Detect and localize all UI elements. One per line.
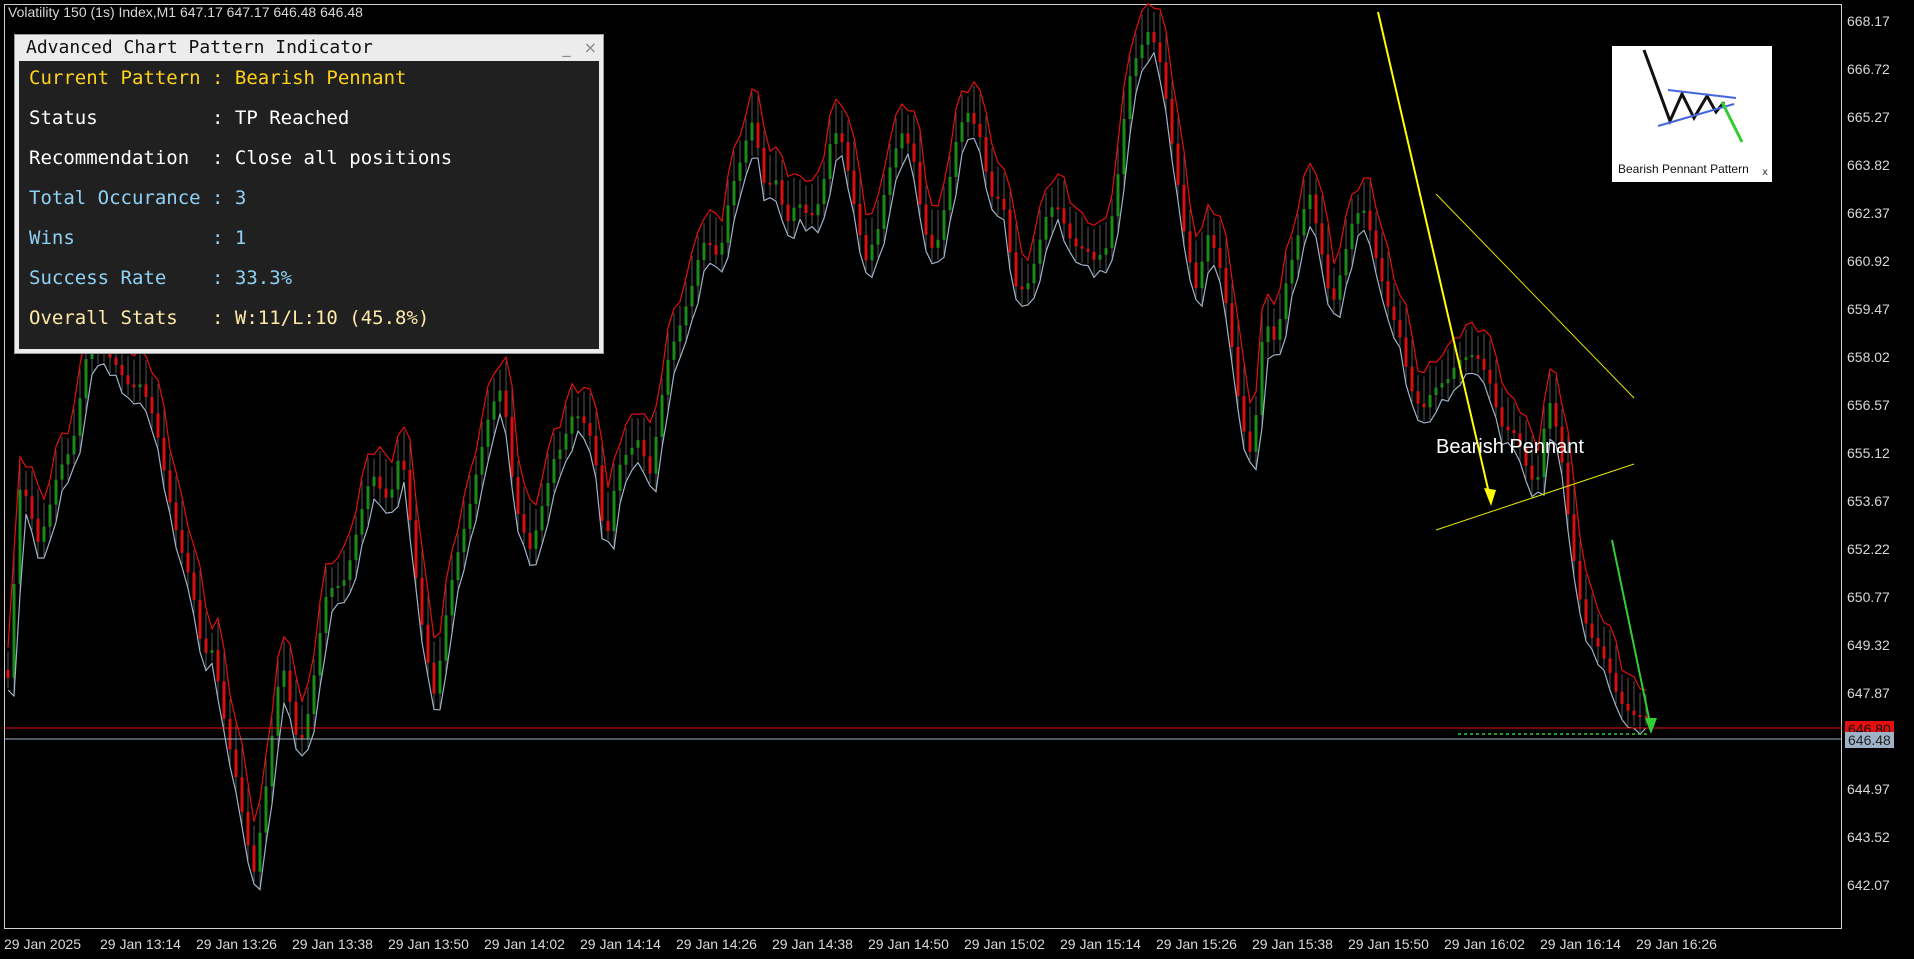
time-label: 29 Jan 15:26 [1156, 936, 1237, 952]
thumbnail-caption: Bearish Pennant Pattern [1618, 162, 1749, 176]
price-label: 647.87 [1847, 685, 1890, 701]
tp-arrow [1611, 539, 1652, 729]
time-label: 29 Jan 13:38 [292, 936, 373, 952]
panel-row: Status : TP Reached [29, 107, 350, 129]
price-label: 660.92 [1847, 253, 1890, 269]
panel-title: Advanced Chart Pattern Indicator [26, 36, 373, 58]
thumbnail-close-icon[interactable]: x [1762, 167, 1768, 178]
close-icon[interactable]: × [584, 38, 597, 57]
time-label: 29 Jan 13:14 [100, 936, 181, 952]
time-label: 29 Jan 16:02 [1444, 936, 1525, 952]
price-label: 668.17 [1847, 13, 1890, 29]
time-label: 29 Jan 16:14 [1540, 936, 1621, 952]
pattern-thumbnail[interactable]: Bearish Pennant Pattern x [1612, 46, 1772, 182]
time-label: 29 Jan 13:50 [388, 936, 469, 952]
time-label: 29 Jan 15:02 [964, 936, 1045, 952]
time-label: 29 Jan 14:14 [580, 936, 661, 952]
time-label: 29 Jan 15:14 [1060, 936, 1141, 952]
bid-price-box: 646.48 [1845, 732, 1894, 748]
pattern-label: Bearish Pennant [1436, 436, 1584, 458]
price-label: 658.02 [1847, 349, 1890, 365]
price-label: 665.27 [1847, 109, 1890, 125]
time-label: 29 Jan 14:50 [868, 936, 949, 952]
time-label: 29 Jan 14:38 [772, 936, 853, 952]
price-label: 644.97 [1847, 781, 1890, 797]
price-label: 650.77 [1847, 589, 1890, 605]
panel-row: Total Occurance : 3 [29, 187, 247, 209]
minimize-icon[interactable]: _ [563, 38, 571, 57]
price-label: 643.52 [1847, 829, 1890, 845]
price-label: 649.32 [1847, 637, 1890, 653]
time-label: 29 Jan 2025 [4, 936, 82, 952]
time-label: 29 Jan 15:38 [1252, 936, 1333, 952]
bearish-pennant-diagram-icon [1642, 49, 1744, 143]
panel-row: Recommendation : Close all positions [29, 147, 453, 169]
chart-title: Volatility 150 (1s) Index,M1 647.17 647.… [8, 4, 363, 20]
panel-row: Success Rate : 33.3% [29, 267, 293, 289]
time-label: 29 Jan 16:26 [1636, 936, 1717, 952]
panel-row: Wins : 1 [29, 227, 247, 249]
price-label: 662.37 [1847, 205, 1890, 221]
panel-body: Current Pattern : Bearish Pennant Status … [19, 61, 599, 349]
time-label: 29 Jan 15:50 [1348, 936, 1429, 952]
price-label: 659.47 [1847, 301, 1890, 317]
price-label: 653.67 [1847, 493, 1890, 509]
time-label: 29 Jan 14:26 [676, 936, 757, 952]
indicator-panel[interactable]: Advanced Chart Pattern Indicator _ × Cur… [14, 34, 604, 354]
time-label: 29 Jan 14:02 [484, 936, 565, 952]
price-label: 666.72 [1847, 61, 1890, 77]
price-label: 656.57 [1847, 397, 1890, 413]
price-label: 642.07 [1847, 877, 1890, 893]
price-label: 652.22 [1847, 541, 1890, 557]
price-label: 655.12 [1847, 445, 1890, 461]
flagpole-arrow [1377, 11, 1492, 503]
panel-header[interactable]: Advanced Chart Pattern Indicator _ × [15, 35, 603, 59]
time-label: 29 Jan 13:26 [196, 936, 277, 952]
pennant-lower-line [1435, 463, 1635, 531]
panel-row: Overall Stats : W:11/L:10 (45.8%) [29, 307, 430, 329]
price-label: 663.82 [1847, 157, 1890, 173]
panel-row: Current Pattern : Bearish Pennant [29, 67, 407, 89]
